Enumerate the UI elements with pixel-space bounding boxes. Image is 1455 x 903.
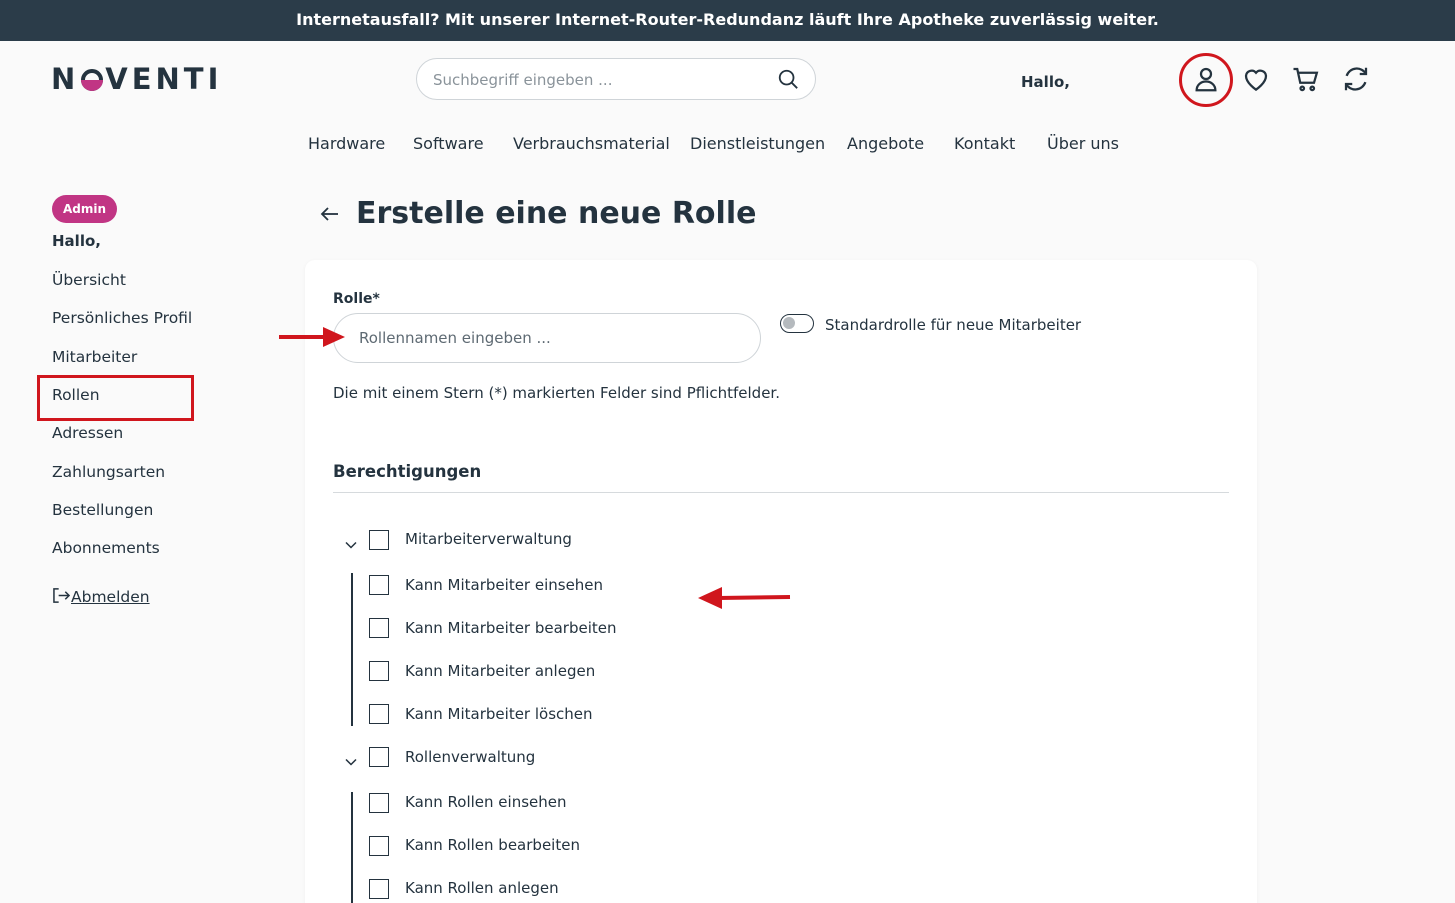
group-tree-line bbox=[351, 792, 353, 903]
perm-label: Kann Mitarbeiter bearbeiten bbox=[405, 619, 617, 637]
sidebar-item-abonnements[interactable]: Abonnements bbox=[52, 539, 160, 557]
default-role-toggle[interactable] bbox=[780, 314, 814, 333]
group-label-rollen: Rollenverwaltung bbox=[405, 748, 536, 766]
sidebar-greeting: Hallo, bbox=[52, 232, 101, 250]
nav-kontakt[interactable]: Kontakt bbox=[954, 134, 1015, 153]
nav-hardware[interactable]: Hardware bbox=[308, 134, 385, 153]
checkbox-rollen-bearbeiten[interactable] bbox=[369, 836, 389, 856]
perm-label: Kann Mitarbeiter löschen bbox=[405, 705, 593, 723]
sidebar-item-uebersicht[interactable]: Übersicht bbox=[52, 271, 126, 289]
admin-badge: Admin bbox=[52, 195, 118, 223]
sidebar-item-profil[interactable]: Persönliches Profil bbox=[52, 309, 192, 327]
role-name-input[interactable] bbox=[333, 313, 761, 363]
refresh-icon[interactable] bbox=[1341, 64, 1371, 94]
heart-icon[interactable] bbox=[1241, 64, 1271, 94]
checkbox-rollen-anlegen[interactable] bbox=[369, 879, 389, 899]
perm-label: Kann Rollen anlegen bbox=[405, 879, 559, 897]
chevron-down-icon[interactable] bbox=[344, 754, 358, 768]
nav-dienstleistungen[interactable]: Dienstleistungen bbox=[690, 134, 825, 153]
sidebar-item-adressen[interactable]: Adressen bbox=[52, 424, 123, 442]
checkbox-mitarbeiter-bearbeiten[interactable] bbox=[369, 618, 389, 638]
role-form-card: Rolle* Standardrolle für neue Mitarbeite… bbox=[305, 260, 1257, 903]
nav-verbrauchsmaterial[interactable]: Verbrauchsmaterial bbox=[513, 134, 670, 153]
user-icon[interactable] bbox=[1191, 64, 1221, 94]
sidebar-item-rollen[interactable]: Rollen bbox=[52, 386, 100, 404]
promo-banner[interactable]: Internetausfall? Mit unserer Internet-Ro… bbox=[0, 0, 1455, 41]
required-fields-note: Die mit einem Stern (*) markierten Felde… bbox=[333, 384, 780, 402]
checkbox-rollen-einsehen[interactable] bbox=[369, 793, 389, 813]
nav-angebote[interactable]: Angebote bbox=[847, 134, 924, 153]
back-arrow-icon[interactable] bbox=[318, 202, 342, 226]
logo-o-mark bbox=[81, 69, 104, 91]
chevron-down-icon[interactable] bbox=[344, 537, 358, 551]
logout-link[interactable]: Abmelden bbox=[52, 587, 150, 606]
sidebar-item-mitarbeiter[interactable]: Mitarbeiter bbox=[52, 348, 137, 366]
checkbox-mitarbeiter-einsehen[interactable] bbox=[369, 575, 389, 595]
group-tree-line bbox=[351, 573, 353, 726]
perm-label: Kann Rollen bearbeiten bbox=[405, 836, 580, 854]
role-label: Rolle* bbox=[333, 291, 380, 307]
checkbox-mitarbeiter-anlegen[interactable] bbox=[369, 661, 389, 681]
search-icon[interactable] bbox=[777, 68, 799, 94]
logout-icon bbox=[53, 588, 71, 603]
permissions-title: Berechtigungen bbox=[333, 462, 482, 481]
header-greeting: Hallo, bbox=[1021, 73, 1070, 91]
noventi-logo[interactable]: N VENTI bbox=[51, 62, 222, 98]
banner-text: Internetausfall? Mit unserer Internet-Ro… bbox=[296, 10, 1159, 29]
permissions-divider bbox=[333, 492, 1229, 493]
page-title: Erstelle eine neue Rolle bbox=[356, 196, 757, 231]
perm-label: Kann Mitarbeiter anlegen bbox=[405, 662, 596, 680]
sidebar-item-zahlungsarten[interactable]: Zahlungsarten bbox=[52, 463, 165, 481]
default-role-label: Standardrolle für neue Mitarbeiter bbox=[825, 316, 1082, 334]
checkbox-mitarbeiter-loeschen[interactable] bbox=[369, 704, 389, 724]
nav-software[interactable]: Software bbox=[413, 134, 484, 153]
perm-label: Kann Mitarbeiter einsehen bbox=[405, 576, 604, 594]
checkbox-group-rollen[interactable] bbox=[369, 747, 389, 767]
nav-ueber-uns[interactable]: Über uns bbox=[1047, 134, 1119, 153]
sidebar-item-bestellungen[interactable]: Bestellungen bbox=[52, 501, 153, 519]
search-bar bbox=[416, 58, 816, 100]
group-label-mitarbeiter: Mitarbeiterverwaltung bbox=[405, 530, 572, 548]
cart-icon[interactable] bbox=[1291, 64, 1321, 94]
search-input[interactable] bbox=[433, 68, 763, 92]
checkbox-group-mitarbeiter[interactable] bbox=[369, 530, 389, 550]
perm-label: Kann Rollen einsehen bbox=[405, 793, 567, 811]
